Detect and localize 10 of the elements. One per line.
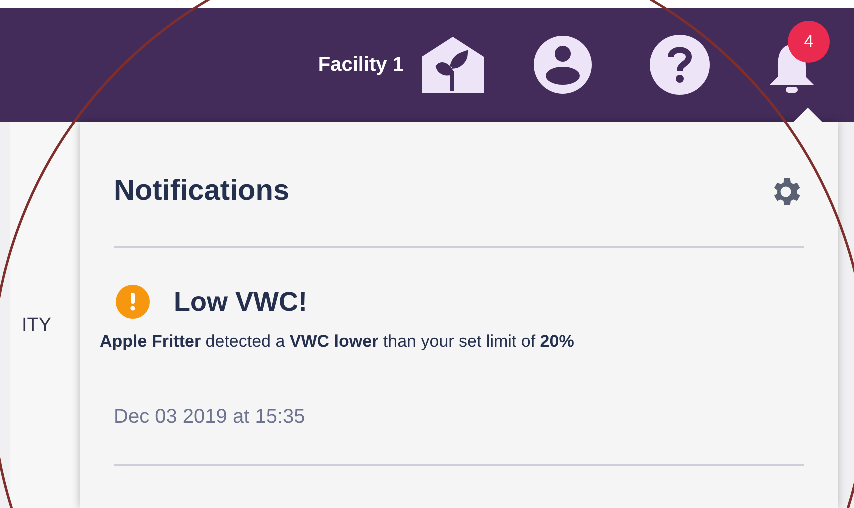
notification-time: Dec 03 2019 at 15:35 — [114, 405, 306, 430]
greenhouse-icon[interactable] — [422, 37, 484, 93]
notification-message: Apple Fritter detected a VWC lower than your set limit of 20% — [100, 330, 576, 352]
panel-title: Notifications — [114, 174, 290, 210]
facility-name: Facility 1 — [318, 53, 404, 78]
warning-icon — [116, 285, 150, 320]
notification-title: Low VWC! — [174, 286, 308, 319]
column-heading: ITY — [21, 314, 53, 338]
user-icon[interactable] — [534, 36, 592, 94]
notification-badge: 4 — [788, 21, 830, 63]
